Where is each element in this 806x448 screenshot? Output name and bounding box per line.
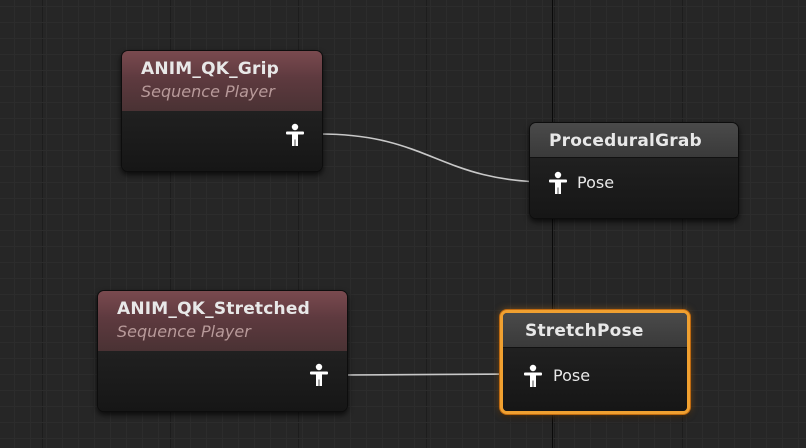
node-title: ProceduralGrab	[549, 131, 702, 151]
node-title: StretchPose	[525, 321, 644, 341]
pose-output-pin-icon[interactable]	[284, 123, 306, 147]
pose-input-pin-icon[interactable]	[547, 171, 569, 195]
node-anim-qk-grip[interactable]: ANIM_QK_Grip Sequence Player	[121, 50, 323, 172]
node-header: ANIM_QK_Stretched Sequence Player	[98, 291, 347, 352]
graph-canvas[interactable]: ANIM_QK_Grip Sequence Player ProceduralG…	[0, 0, 806, 448]
pose-pin-label: Pose	[553, 366, 591, 385]
node-header: StretchPose	[503, 313, 687, 348]
pose-pin-label: Pose	[577, 173, 615, 192]
node-header: ANIM_QK_Grip Sequence Player	[122, 51, 322, 112]
node-proceduralgrab[interactable]: ProceduralGrab Pose	[529, 122, 739, 219]
node-anim-qk-stretched[interactable]: ANIM_QK_Stretched Sequence Player	[97, 290, 348, 412]
node-subtitle: Sequence Player	[117, 322, 251, 341]
pose-input-pin-icon[interactable]	[522, 364, 544, 388]
node-title: ANIM_QK_Stretched	[117, 299, 310, 319]
wire-stretched-to-stretchpose	[343, 373, 523, 376]
node-stretchpose[interactable]: StretchPose Pose	[500, 310, 690, 414]
wire-grip-to-proceduralgrab	[319, 133, 551, 183]
node-header: ProceduralGrab	[530, 123, 738, 158]
node-title: ANIM_QK_Grip	[141, 59, 279, 79]
node-subtitle: Sequence Player	[141, 82, 275, 101]
pose-output-pin-icon[interactable]	[308, 363, 330, 387]
